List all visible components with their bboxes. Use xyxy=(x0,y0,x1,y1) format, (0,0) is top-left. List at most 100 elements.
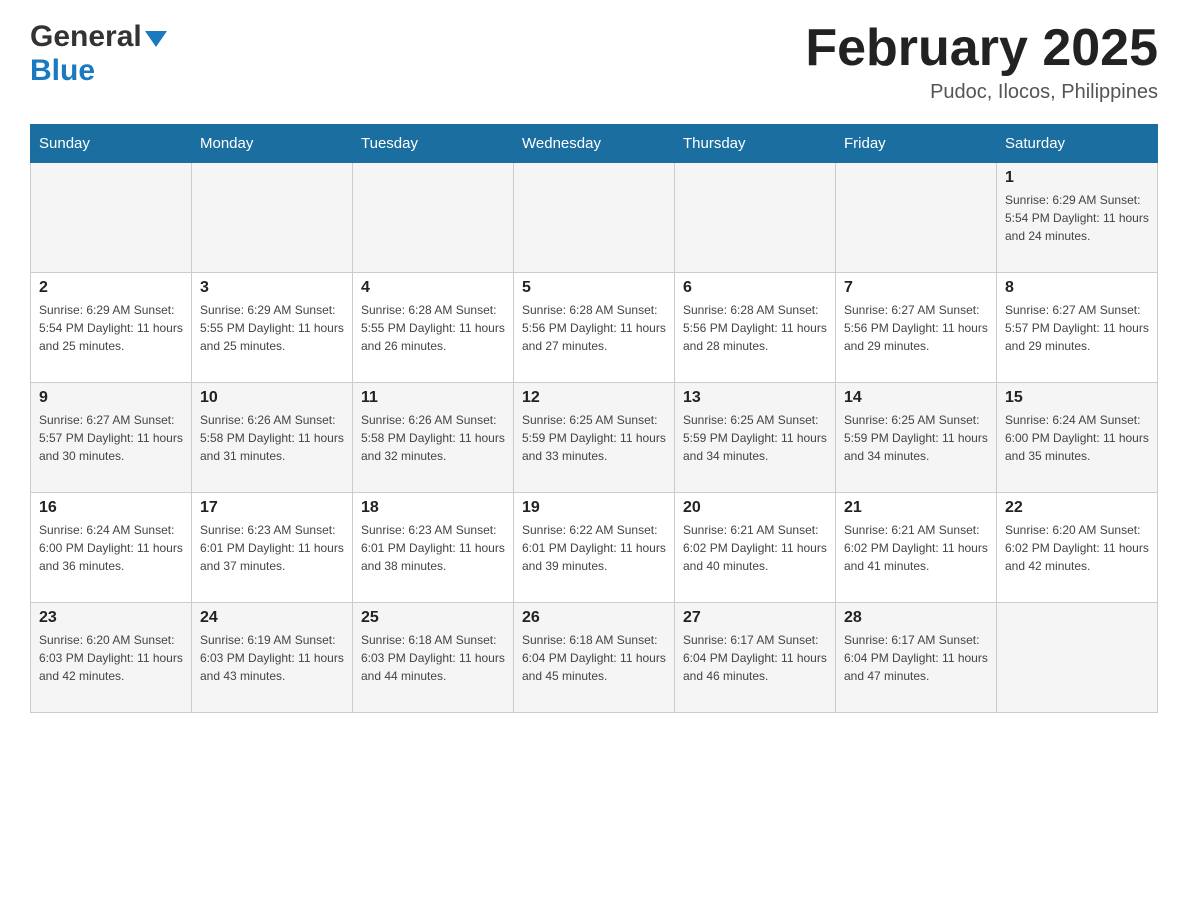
calendar-week-row: 23Sunrise: 6:20 AM Sunset: 6:03 PM Dayli… xyxy=(31,603,1158,713)
day-number: 8 xyxy=(1005,279,1149,297)
day-number: 10 xyxy=(200,389,344,407)
table-row: 6Sunrise: 6:28 AM Sunset: 5:56 PM Daylig… xyxy=(675,273,836,383)
day-info: Sunrise: 6:23 AM Sunset: 6:01 PM Dayligh… xyxy=(361,521,505,575)
col-friday: Friday xyxy=(836,125,997,163)
table-row: 26Sunrise: 6:18 AM Sunset: 6:04 PM Dayli… xyxy=(514,603,675,713)
table-row xyxy=(31,163,192,273)
table-row: 7 Sunrise: 6:27 AM Sunset: 5:56 PM Daylig… xyxy=(836,273,997,383)
logo-blue-text: Blue xyxy=(30,54,95,87)
day-number: 15 xyxy=(1005,389,1149,407)
day-info: Sunrise: 6:27 AM Sunset: 5:56 PM Dayligh… xyxy=(844,301,988,355)
day-info: Sunrise: 6:27 AM Sunset: 5:57 PM Dayligh… xyxy=(39,411,183,465)
logo-triangle-icon xyxy=(145,31,167,47)
day-info: Sunrise: 6:26 AM Sunset: 5:58 PM Dayligh… xyxy=(361,411,505,465)
table-row: 21 Sunrise: 6:21 AM Sunset: 6:02 PM Dayli… xyxy=(836,493,997,603)
location-subtitle: Pudoc, Ilocos, Philippines xyxy=(805,81,1158,104)
day-info: Sunrise: 6:22 AM Sunset: 6:01 PM Dayligh… xyxy=(522,521,666,575)
day-info: Sunrise: 6:17 AM Sunset: 6:04 PM Dayligh… xyxy=(844,631,988,685)
table-row xyxy=(836,163,997,273)
col-tuesday: Tuesday xyxy=(353,125,514,163)
day-number: 12 xyxy=(522,389,666,407)
day-number: 4 xyxy=(361,279,505,297)
col-monday: Monday xyxy=(192,125,353,163)
day-number: 26 xyxy=(522,609,666,627)
day-info: Sunrise: 6:25 AM Sunset: 5:59 PM Dayligh… xyxy=(522,411,666,465)
day-info: Sunrise: 6:27 AM Sunset: 5:57 PM Dayligh… xyxy=(1005,301,1149,355)
table-row: 20Sunrise: 6:21 AM Sunset: 6:02 PM Dayli… xyxy=(675,493,836,603)
day-info: Sunrise: 6:20 AM Sunset: 6:03 PM Dayligh… xyxy=(39,631,183,685)
day-number: 24 xyxy=(200,609,344,627)
table-row: 18 Sunrise: 6:23 AM Sunset: 6:01 PM Dayli… xyxy=(353,493,514,603)
table-row: 2Sunrise: 6:29 AM Sunset: 5:54 PM Daylig… xyxy=(31,273,192,383)
table-row: 3 Sunrise: 6:29 AM Sunset: 5:55 PM Daylig… xyxy=(192,273,353,383)
day-info: Sunrise: 6:18 AM Sunset: 6:03 PM Dayligh… xyxy=(361,631,505,685)
day-number: 3 xyxy=(200,279,344,297)
table-row xyxy=(675,163,836,273)
calendar-header-row: Sunday Monday Tuesday Wednesday Thursday… xyxy=(31,125,1158,163)
day-info: Sunrise: 6:23 AM Sunset: 6:01 PM Dayligh… xyxy=(200,521,344,575)
table-row: 17 Sunrise: 6:23 AM Sunset: 6:01 PM Dayli… xyxy=(192,493,353,603)
calendar-week-row: 9 Sunrise: 6:27 AM Sunset: 5:57 PM Daylig… xyxy=(31,383,1158,493)
col-wednesday: Wednesday xyxy=(514,125,675,163)
day-number: 25 xyxy=(361,609,505,627)
day-number: 9 xyxy=(39,389,183,407)
table-row: 4 Sunrise: 6:28 AM Sunset: 5:55 PM Daylig… xyxy=(353,273,514,383)
day-info: Sunrise: 6:19 AM Sunset: 6:03 PM Dayligh… xyxy=(200,631,344,685)
table-row: 5 Sunrise: 6:28 AM Sunset: 5:56 PM Daylig… xyxy=(514,273,675,383)
day-number: 19 xyxy=(522,499,666,517)
title-block: February 2025 Pudoc, Ilocos, Philippines xyxy=(805,20,1158,104)
table-row: 13Sunrise: 6:25 AM Sunset: 5:59 PM Dayli… xyxy=(675,383,836,493)
calendar-week-row: 16Sunrise: 6:24 AM Sunset: 6:00 PM Dayli… xyxy=(31,493,1158,603)
day-info: Sunrise: 6:29 AM Sunset: 5:54 PM Dayligh… xyxy=(1005,191,1149,245)
day-info: Sunrise: 6:17 AM Sunset: 6:04 PM Dayligh… xyxy=(683,631,827,685)
day-number: 11 xyxy=(361,389,505,407)
col-saturday: Saturday xyxy=(997,125,1158,163)
table-row: 14Sunrise: 6:25 AM Sunset: 5:59 PM Dayli… xyxy=(836,383,997,493)
day-info: Sunrise: 6:28 AM Sunset: 5:56 PM Dayligh… xyxy=(683,301,827,355)
col-sunday: Sunday xyxy=(31,125,192,163)
table-row: 10 Sunrise: 6:26 AM Sunset: 5:58 PM Dayli… xyxy=(192,383,353,493)
calendar-week-row: 2Sunrise: 6:29 AM Sunset: 5:54 PM Daylig… xyxy=(31,273,1158,383)
table-row: 9 Sunrise: 6:27 AM Sunset: 5:57 PM Daylig… xyxy=(31,383,192,493)
day-number: 18 xyxy=(361,499,505,517)
table-row: 27 Sunrise: 6:17 AM Sunset: 6:04 PM Dayli… xyxy=(675,603,836,713)
table-row: 1 Sunrise: 6:29 AM Sunset: 5:54 PM Daylig… xyxy=(997,163,1158,273)
table-row: 22 Sunrise: 6:20 AM Sunset: 6:02 PM Dayli… xyxy=(997,493,1158,603)
day-info: Sunrise: 6:24 AM Sunset: 6:00 PM Dayligh… xyxy=(1005,411,1149,465)
table-row: 23Sunrise: 6:20 AM Sunset: 6:03 PM Dayli… xyxy=(31,603,192,713)
table-row: 8 Sunrise: 6:27 AM Sunset: 5:57 PM Daylig… xyxy=(997,273,1158,383)
table-row: 12 Sunrise: 6:25 AM Sunset: 5:59 PM Dayli… xyxy=(514,383,675,493)
day-number: 21 xyxy=(844,499,988,517)
table-row: 15 Sunrise: 6:24 AM Sunset: 6:00 PM Dayli… xyxy=(997,383,1158,493)
logo: General Blue xyxy=(30,20,167,88)
day-info: Sunrise: 6:25 AM Sunset: 5:59 PM Dayligh… xyxy=(844,411,988,465)
day-number: 1 xyxy=(1005,169,1149,187)
day-number: 28 xyxy=(844,609,988,627)
day-info: Sunrise: 6:29 AM Sunset: 5:55 PM Dayligh… xyxy=(200,301,344,355)
table-row xyxy=(353,163,514,273)
logo-general-text: General xyxy=(30,20,142,54)
table-row: 19 Sunrise: 6:22 AM Sunset: 6:01 PM Dayli… xyxy=(514,493,675,603)
day-number: 5 xyxy=(522,279,666,297)
table-row xyxy=(997,603,1158,713)
table-row: 25 Sunrise: 6:18 AM Sunset: 6:03 PM Dayli… xyxy=(353,603,514,713)
day-info: Sunrise: 6:21 AM Sunset: 6:02 PM Dayligh… xyxy=(683,521,827,575)
day-number: 27 xyxy=(683,609,827,627)
day-info: Sunrise: 6:28 AM Sunset: 5:56 PM Dayligh… xyxy=(522,301,666,355)
day-info: Sunrise: 6:21 AM Sunset: 6:02 PM Dayligh… xyxy=(844,521,988,575)
day-info: Sunrise: 6:28 AM Sunset: 5:55 PM Dayligh… xyxy=(361,301,505,355)
table-row: 24 Sunrise: 6:19 AM Sunset: 6:03 PM Dayli… xyxy=(192,603,353,713)
calendar-week-row: 1 Sunrise: 6:29 AM Sunset: 5:54 PM Daylig… xyxy=(31,163,1158,273)
month-title: February 2025 xyxy=(805,20,1158,77)
day-number: 13 xyxy=(683,389,827,407)
day-number: 7 xyxy=(844,279,988,297)
day-number: 22 xyxy=(1005,499,1149,517)
calendar-table: Sunday Monday Tuesday Wednesday Thursday… xyxy=(30,124,1158,713)
day-info: Sunrise: 6:20 AM Sunset: 6:02 PM Dayligh… xyxy=(1005,521,1149,575)
day-number: 17 xyxy=(200,499,344,517)
day-info: Sunrise: 6:24 AM Sunset: 6:00 PM Dayligh… xyxy=(39,521,183,575)
page-header: General Blue February 2025 Pudoc, Ilocos… xyxy=(30,20,1158,104)
table-row: 28 Sunrise: 6:17 AM Sunset: 6:04 PM Dayli… xyxy=(836,603,997,713)
day-info: Sunrise: 6:29 AM Sunset: 5:54 PM Dayligh… xyxy=(39,301,183,355)
day-info: Sunrise: 6:26 AM Sunset: 5:58 PM Dayligh… xyxy=(200,411,344,465)
